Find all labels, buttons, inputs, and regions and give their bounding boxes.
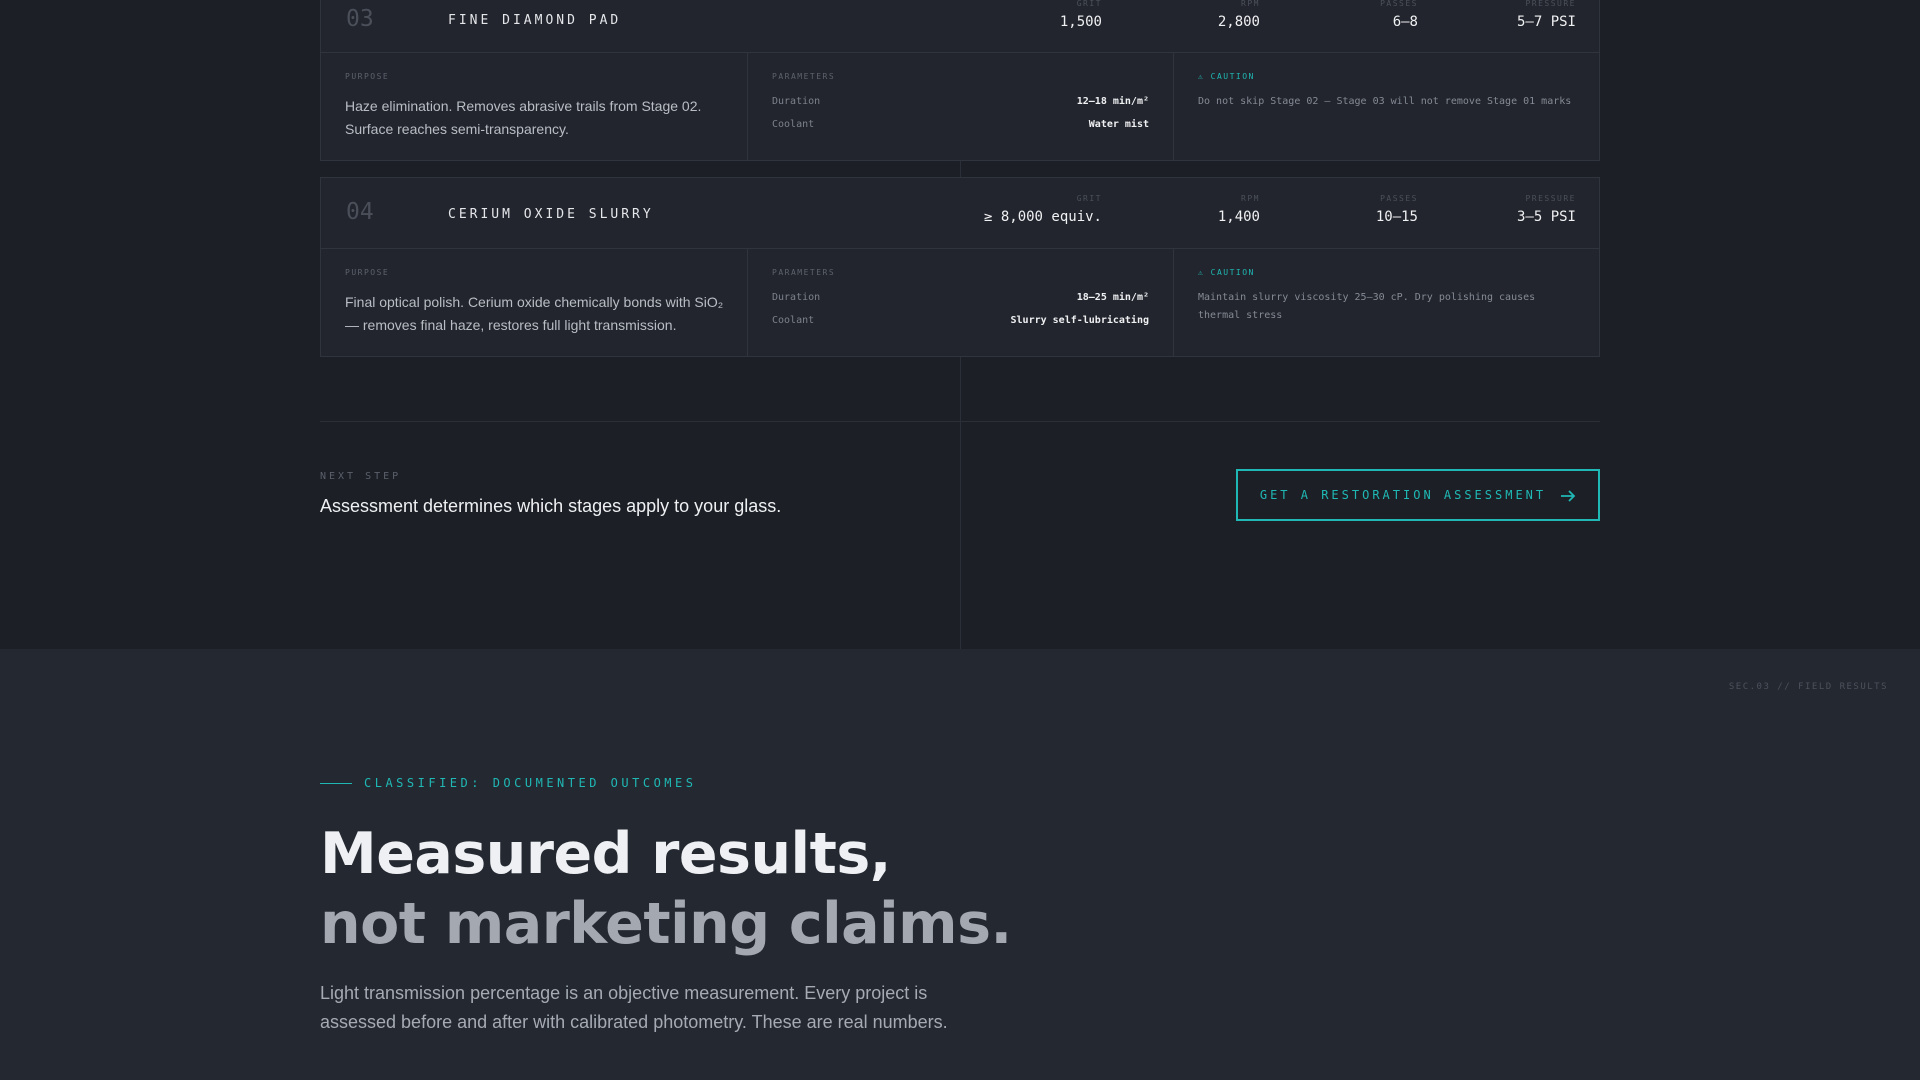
restoration-assessment-button[interactable]: GET A RESTORATION ASSESSMENT — [1236, 469, 1600, 521]
purpose-text: Haze elimination. Removes abrasive trail… — [345, 98, 702, 137]
section-divider — [320, 421, 1600, 422]
caution-column: ⚠ CAUTION Do not skip Stage 02 — Stage 0… — [1174, 53, 1600, 160]
arrow-right-icon — [1560, 489, 1576, 502]
stage-body: PURPOSE Final optical polish. Cerium oxi… — [321, 249, 1599, 356]
caution-label: ⚠ CAUTION — [1198, 72, 1255, 81]
cta-label: GET A RESTORATION ASSESSMENT — [1259, 488, 1547, 502]
param-key: Coolant — [772, 119, 815, 130]
stage-header: 03 FINE DIAMOND PAD GRIT 1,500 RPM 2,800… — [321, 0, 1599, 53]
stat-pressure: PRESSURE 3–5 PSI — [1376, 194, 1576, 225]
stat-pressure: PRESSURE 5–7 PSI — [1376, 0, 1576, 30]
purpose-label: PURPOSE — [345, 268, 390, 277]
stage-number: 04 — [346, 199, 374, 225]
eyebrow: CLASSIFIED: DOCUMENTED OUTCOMES — [320, 776, 696, 790]
stage-body: PURPOSE Haze elimination. Removes abrasi… — [321, 53, 1599, 160]
section-tag: SEC.03 // FIELD RESULTS — [1728, 682, 1888, 692]
parameters-column: PARAMETERS Duration 18–25 min/m² Coolant… — [748, 249, 1174, 356]
param-key: Duration — [772, 292, 821, 303]
stage-name: FINE DIAMOND PAD — [448, 13, 622, 28]
next-step-text: Assessment determines which stages apply… — [320, 496, 782, 516]
parameters-column: PARAMETERS Duration 12–18 min/m² Coolant… — [748, 53, 1174, 160]
caution-text: Maintain slurry viscosity 25–30 cP. Dry … — [1198, 292, 1536, 321]
param-row-coolant: Coolant Water mist — [772, 119, 1149, 133]
stage-card-03: 03 FINE DIAMOND PAD GRIT 1,500 RPM 2,800… — [320, 0, 1600, 161]
param-row-duration: Duration 12–18 min/m² — [772, 96, 1149, 110]
param-value: 18–25 min/m² — [1076, 292, 1149, 303]
stage-number: 03 — [346, 6, 374, 32]
param-value: 12–18 min/m² — [1076, 96, 1149, 107]
param-row-coolant: Coolant Slurry self-lubricating — [772, 315, 1149, 329]
next-step-label: NEXT STEP — [320, 471, 402, 482]
param-key: Coolant — [772, 315, 815, 326]
results-section: SEC.03 // FIELD RESULTS CLASSIFIED: DOCU… — [0, 649, 1920, 1080]
stages-section: 03 FINE DIAMOND PAD GRIT 1,500 RPM 2,800… — [0, 0, 1920, 649]
parameters-label: PARAMETERS — [772, 268, 836, 277]
stage-card-04: 04 CERIUM OXIDE SLURRY GRIT ≥ 8,000 equi… — [320, 177, 1600, 357]
param-row-duration: Duration 18–25 min/m² — [772, 292, 1149, 306]
stat-value: 5–7 PSI — [1516, 14, 1576, 30]
parameters-label: PARAMETERS — [772, 72, 836, 81]
stat-value: 3–5 PSI — [1516, 209, 1576, 225]
purpose-column: PURPOSE Haze elimination. Removes abrasi… — [321, 53, 748, 160]
page-headline: Measured results, not marketing claims. — [320, 819, 1012, 959]
stat-label: PRESSURE — [1525, 194, 1576, 203]
stage-name: CERIUM OXIDE SLURRY — [448, 207, 654, 222]
purpose-text: Final optical polish. Cerium oxide chemi… — [345, 294, 724, 333]
headline-line-2: not marketing claims. — [320, 891, 1012, 957]
lede-text: Light transmission percentage is an obje… — [320, 983, 948, 1032]
eyebrow-text: CLASSIFIED: DOCUMENTED OUTCOMES — [364, 776, 697, 790]
purpose-label: PURPOSE — [345, 72, 390, 81]
headline-line-1: Measured results, — [320, 821, 891, 887]
param-value: Water mist — [1088, 119, 1149, 130]
eyebrow-rule — [320, 782, 352, 784]
param-value: Slurry self-lubricating — [1010, 315, 1149, 326]
caution-label: ⚠ CAUTION — [1198, 268, 1255, 277]
stage-header: 04 CERIUM OXIDE SLURRY GRIT ≥ 8,000 equi… — [321, 178, 1599, 249]
caution-text: Do not skip Stage 02 — Stage 03 will not… — [1198, 96, 1572, 107]
stat-label: PRESSURE — [1525, 0, 1576, 8]
caution-column: ⚠ CAUTION Maintain slurry viscosity 25–3… — [1174, 249, 1600, 356]
purpose-column: PURPOSE Final optical polish. Cerium oxi… — [321, 249, 748, 356]
param-key: Duration — [772, 96, 821, 107]
